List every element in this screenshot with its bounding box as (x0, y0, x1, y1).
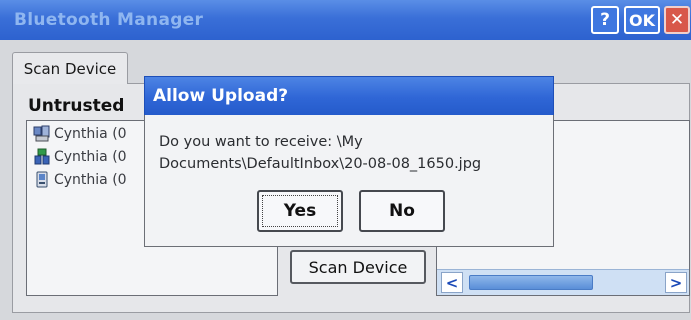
scan-device-button[interactable]: Scan Device (290, 250, 426, 284)
tab-scan-device[interactable]: Scan Device (12, 52, 128, 84)
dialog-title-bar: Allow Upload? (144, 76, 554, 116)
window-title: Bluetooth Manager (14, 10, 204, 30)
horizontal-scrollbar[interactable]: < > (437, 269, 689, 295)
scroll-left-arrow-icon[interactable]: < (441, 272, 463, 293)
dialog-message: Do you want to receive: \My Documents\De… (159, 134, 482, 172)
scroll-right-arrow-icon[interactable]: > (665, 272, 687, 293)
untrusted-label: Untrusted (28, 96, 125, 116)
device-name: Cynthia (0 (54, 172, 127, 188)
pda-device-icon (36, 171, 48, 188)
ok-button[interactable]: OK (624, 6, 660, 34)
device-name: Cynthia (0 (54, 149, 127, 165)
allow-upload-dialog: Do you want to receive: \My Documents\De… (144, 115, 554, 247)
close-button[interactable]: ✕ (664, 6, 690, 34)
help-button[interactable]: ? (591, 6, 619, 34)
yes-button[interactable]: Yes (257, 190, 343, 232)
phone-device-icon (33, 125, 50, 142)
dialog-title: Allow Upload? (153, 86, 289, 106)
scroll-thumb[interactable] (469, 275, 593, 290)
no-button[interactable]: No (359, 190, 445, 232)
device-name: Cynthia (0 (54, 126, 127, 142)
window-title-bar: Bluetooth Manager ? OK ✕ (0, 0, 691, 40)
computer-device-icon (34, 148, 50, 165)
